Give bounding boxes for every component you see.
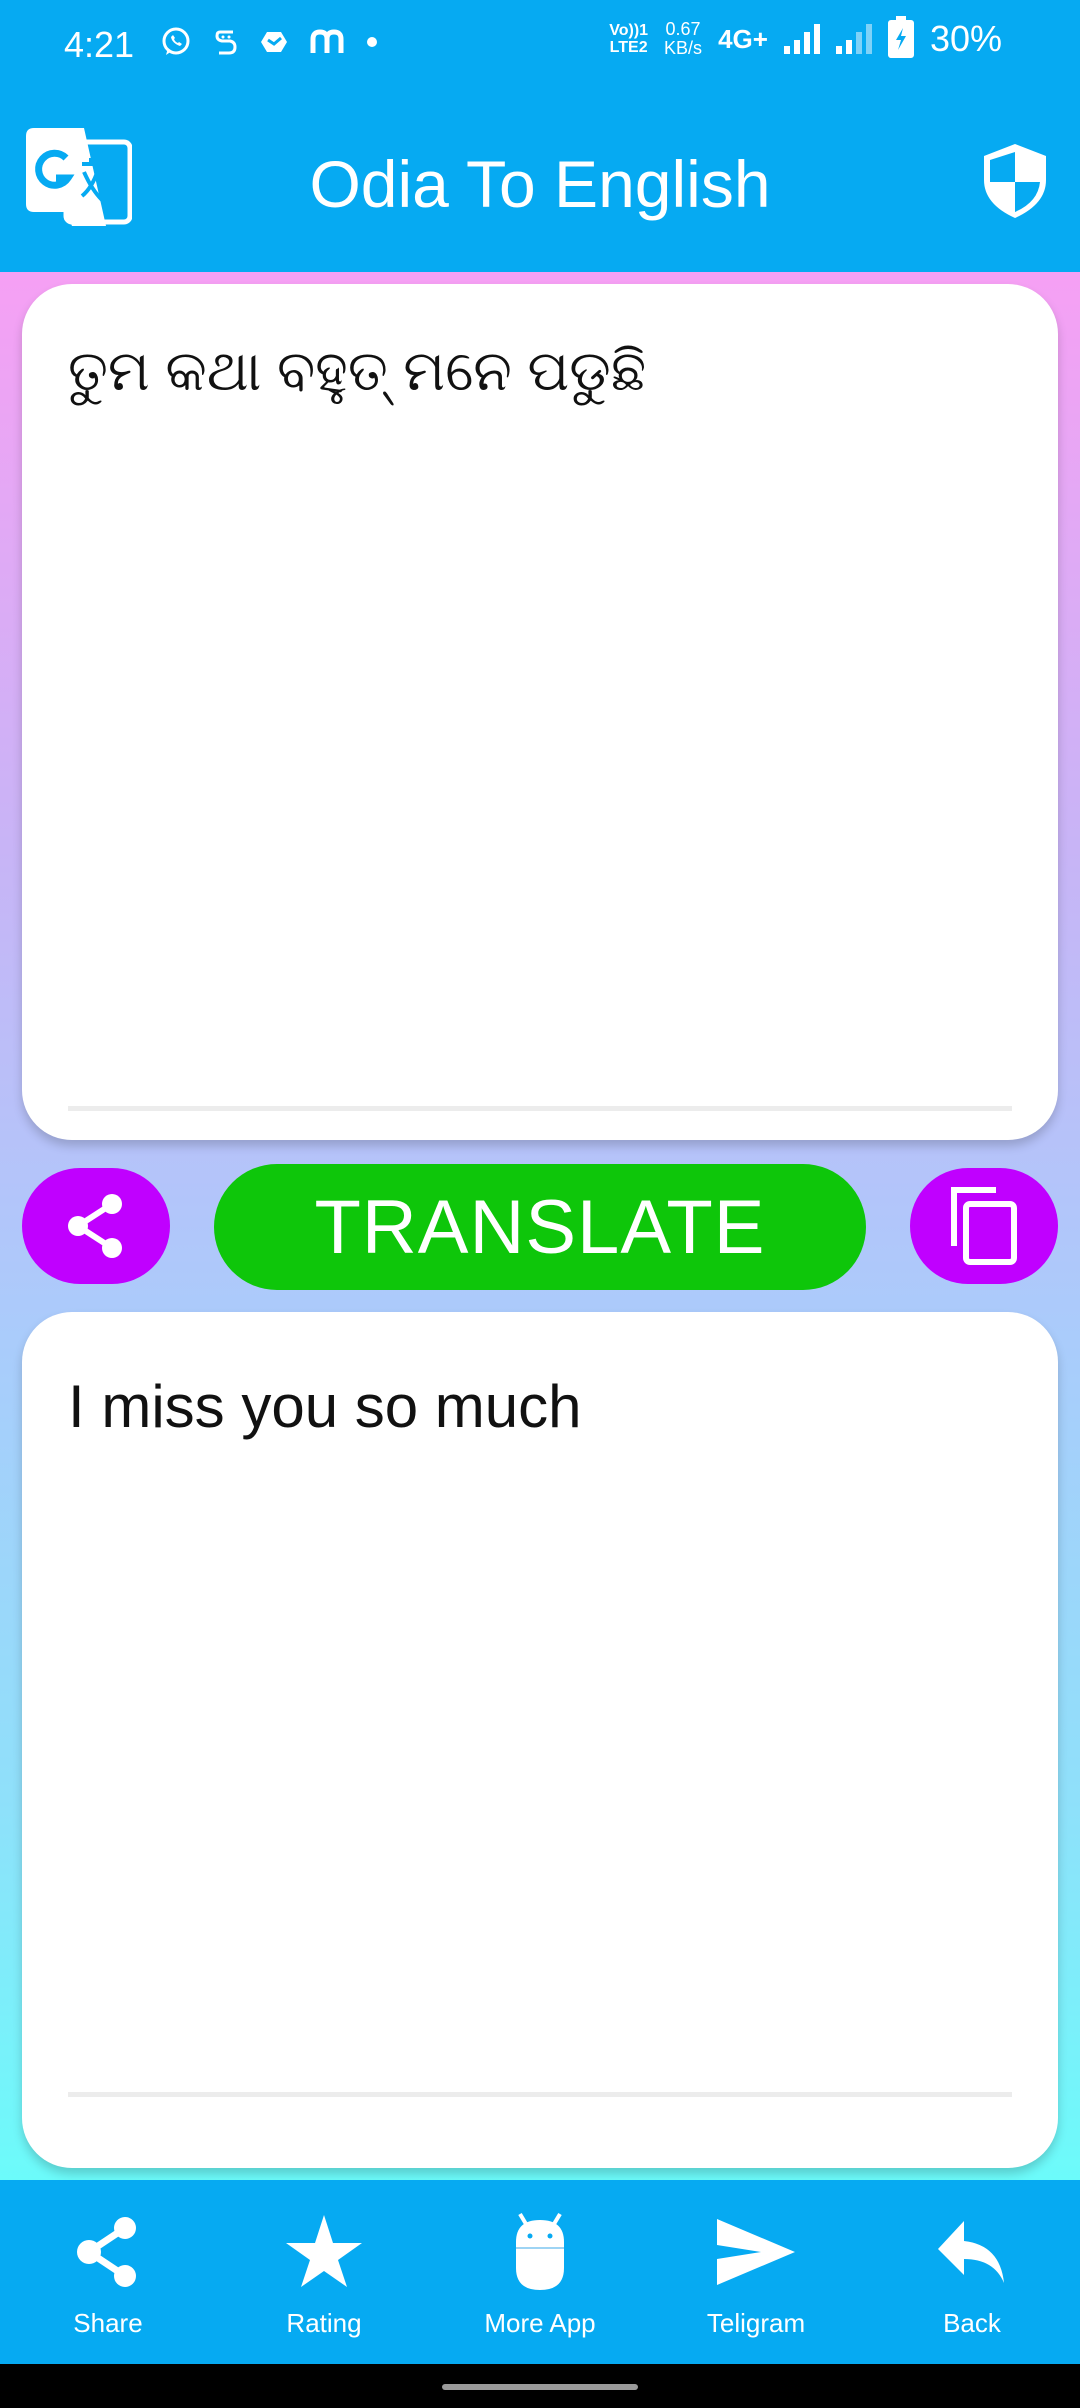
app-bar: Odia To English [0,90,1080,272]
shield-icon[interactable] [982,142,1048,220]
status-time: 4:21 [64,24,135,65]
nav-more-app-label: More App [484,2308,596,2338]
notification-icons [160,26,378,58]
nav-telegram-label: Teligram [706,2308,806,2338]
translator-content: ତୁମ କଥା ବହୁତ୍ ମନେ ପଡୁଛି TRANSLATE I miss… [0,272,1080,2180]
network-speed: 0.67 KB/s [664,19,703,58]
nav-rating[interactable]: Rating [216,2180,432,2364]
battery-percent: 30% [929,18,1002,59]
home-gesture-bar[interactable] [442,2384,638,2390]
m-app-icon [310,29,344,53]
translate-button[interactable]: TRANSLATE [214,1164,866,1290]
nav-share-label: Share [73,2308,143,2338]
input-card[interactable]: ତୁମ କଥା ବହୁତ୍ ମନେ ପଡୁଛି [22,284,1058,1140]
app-title: Odia To English [309,147,771,221]
source-text-input[interactable]: ତୁମ କଥା ବହୁତ୍ ମନେ ପଡୁଛି [68,338,1012,405]
share-icon [68,1194,122,1258]
network-type: 4G+ [718,23,768,54]
signal-icon-sim2 [835,24,872,54]
nav-share[interactable]: Share [0,2180,216,2364]
android-icon [516,2212,564,2290]
copy-icon [951,1187,1017,1265]
nav-more-app[interactable]: More App [432,2180,648,2364]
send-icon [717,2219,795,2285]
nav-back-label: Back [943,2308,1001,2338]
signal-icon-sim1 [783,24,820,54]
output-underline [68,2092,1012,2097]
battery-icon [887,16,914,58]
share-icon [77,2217,136,2287]
status-bar: 4:21 Vo))1 LTE2 0.67 KB/s 4G+ 30% [0,0,1080,90]
s-app-icon [215,30,237,55]
output-card: I miss you so much [22,1312,1058,2168]
dot-icon [367,37,377,47]
system-nav-bar [0,2364,1080,2408]
share-translation-button[interactable] [22,1168,170,1284]
star-icon [286,2215,362,2287]
translated-text: I miss you so much [68,1373,582,1440]
volte-indicator: Vo))1 LTE2 [609,22,649,56]
nav-back[interactable]: Back [864,2180,1080,2364]
whatsapp-icon [162,27,190,55]
box-app-icon [261,32,287,52]
nav-telegram[interactable]: Teligram [648,2180,864,2364]
reply-icon [938,2221,1004,2283]
bottom-nav: Share Rating More App Teligram Back [0,2180,1080,2364]
input-underline [68,1106,1012,1111]
nav-rating-label: Rating [286,2308,362,2338]
status-right: Vo))1 LTE2 0.67 KB/s 4G+ 30% [609,16,1002,60]
copy-translation-button[interactable] [910,1168,1058,1284]
